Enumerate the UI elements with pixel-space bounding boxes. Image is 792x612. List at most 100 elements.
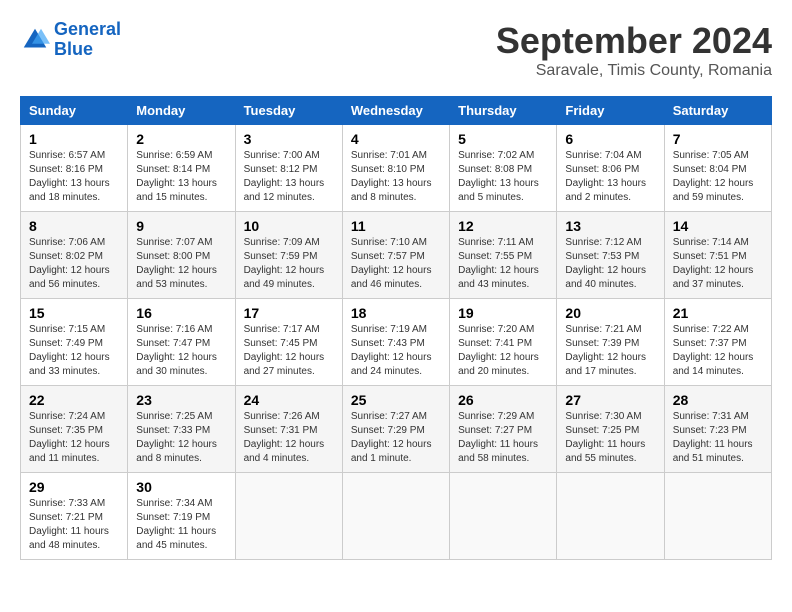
day-info: Sunrise: 7:07 AM Sunset: 8:00 PM Dayligh…: [136, 236, 226, 292]
logo-icon: [20, 25, 50, 55]
day-info: Sunrise: 7:31 AM Sunset: 7:23 PM Dayligh…: [673, 410, 763, 466]
sunset-text: Sunset: 8:16 PM: [29, 163, 119, 177]
day-number: 7: [673, 131, 763, 147]
day-number: 29: [29, 479, 119, 495]
header: General Blue September 2024 Saravale, Ti…: [20, 20, 772, 80]
calendar-title: September 2024: [496, 20, 772, 62]
calendar-cell: 26 Sunrise: 7:29 AM Sunset: 7:27 PM Dayl…: [450, 386, 557, 473]
day-info: Sunrise: 7:26 AM Sunset: 7:31 PM Dayligh…: [244, 410, 334, 466]
sunset-text: Sunset: 7:43 PM: [351, 337, 441, 351]
day-info: Sunrise: 7:05 AM Sunset: 8:04 PM Dayligh…: [673, 149, 763, 205]
day-info: Sunrise: 7:30 AM Sunset: 7:25 PM Dayligh…: [565, 410, 655, 466]
day-info: Sunrise: 7:22 AM Sunset: 7:37 PM Dayligh…: [673, 323, 763, 379]
sunrise-text: Sunrise: 6:57 AM: [29, 149, 119, 163]
sunset-text: Sunset: 7:31 PM: [244, 424, 334, 438]
calendar-cell: 13 Sunrise: 7:12 AM Sunset: 7:53 PM Dayl…: [557, 212, 664, 299]
daylight-text: Daylight: 13 hours and 2 minutes.: [565, 177, 655, 205]
sunset-text: Sunset: 7:19 PM: [136, 511, 226, 525]
day-info: Sunrise: 7:29 AM Sunset: 7:27 PM Dayligh…: [458, 410, 548, 466]
day-info: Sunrise: 7:24 AM Sunset: 7:35 PM Dayligh…: [29, 410, 119, 466]
day-info: Sunrise: 7:34 AM Sunset: 7:19 PM Dayligh…: [136, 497, 226, 553]
daylight-text: Daylight: 13 hours and 15 minutes.: [136, 177, 226, 205]
day-number: 17: [244, 305, 334, 321]
daylight-text: Daylight: 13 hours and 5 minutes.: [458, 177, 548, 205]
calendar-cell: 18 Sunrise: 7:19 AM Sunset: 7:43 PM Dayl…: [342, 299, 449, 386]
daylight-text: Daylight: 12 hours and 30 minutes.: [136, 351, 226, 379]
day-number: 8: [29, 218, 119, 234]
col-tuesday: Tuesday: [235, 97, 342, 125]
sunrise-text: Sunrise: 7:19 AM: [351, 323, 441, 337]
logo-general: General: [54, 19, 121, 39]
daylight-text: Daylight: 12 hours and 53 minutes.: [136, 264, 226, 292]
day-info: Sunrise: 7:04 AM Sunset: 8:06 PM Dayligh…: [565, 149, 655, 205]
calendar-cell: 10 Sunrise: 7:09 AM Sunset: 7:59 PM Dayl…: [235, 212, 342, 299]
sunset-text: Sunset: 7:53 PM: [565, 250, 655, 264]
daylight-text: Daylight: 12 hours and 17 minutes.: [565, 351, 655, 379]
day-info: Sunrise: 7:33 AM Sunset: 7:21 PM Dayligh…: [29, 497, 119, 553]
sunrise-text: Sunrise: 7:07 AM: [136, 236, 226, 250]
calendar-cell: 2 Sunrise: 6:59 AM Sunset: 8:14 PM Dayli…: [128, 125, 235, 212]
day-info: Sunrise: 7:21 AM Sunset: 7:39 PM Dayligh…: [565, 323, 655, 379]
calendar-cell: 11 Sunrise: 7:10 AM Sunset: 7:57 PM Dayl…: [342, 212, 449, 299]
day-info: Sunrise: 7:15 AM Sunset: 7:49 PM Dayligh…: [29, 323, 119, 379]
logo-blue: Blue: [54, 39, 93, 59]
daylight-text: Daylight: 11 hours and 48 minutes.: [29, 525, 119, 553]
day-number: 26: [458, 392, 548, 408]
day-number: 30: [136, 479, 226, 495]
day-number: 5: [458, 131, 548, 147]
day-number: 2: [136, 131, 226, 147]
sunrise-text: Sunrise: 7:27 AM: [351, 410, 441, 424]
calendar-week-row: 15 Sunrise: 7:15 AM Sunset: 7:49 PM Dayl…: [21, 299, 772, 386]
day-info: Sunrise: 7:06 AM Sunset: 8:02 PM Dayligh…: [29, 236, 119, 292]
calendar-table: Sunday Monday Tuesday Wednesday Thursday…: [20, 96, 772, 560]
sunset-text: Sunset: 7:23 PM: [673, 424, 763, 438]
calendar-cell: 15 Sunrise: 7:15 AM Sunset: 7:49 PM Dayl…: [21, 299, 128, 386]
day-info: Sunrise: 7:00 AM Sunset: 8:12 PM Dayligh…: [244, 149, 334, 205]
sunrise-text: Sunrise: 7:06 AM: [29, 236, 119, 250]
calendar-cell: 30 Sunrise: 7:34 AM Sunset: 7:19 PM Dayl…: [128, 473, 235, 560]
daylight-text: Daylight: 12 hours and 20 minutes.: [458, 351, 548, 379]
daylight-text: Daylight: 12 hours and 59 minutes.: [673, 177, 763, 205]
day-info: Sunrise: 7:25 AM Sunset: 7:33 PM Dayligh…: [136, 410, 226, 466]
calendar-cell: 23 Sunrise: 7:25 AM Sunset: 7:33 PM Dayl…: [128, 386, 235, 473]
day-number: 10: [244, 218, 334, 234]
calendar-cell: 24 Sunrise: 7:26 AM Sunset: 7:31 PM Dayl…: [235, 386, 342, 473]
day-info: Sunrise: 7:02 AM Sunset: 8:08 PM Dayligh…: [458, 149, 548, 205]
day-number: 14: [673, 218, 763, 234]
calendar-cell: [235, 473, 342, 560]
calendar-cell: 8 Sunrise: 7:06 AM Sunset: 8:02 PM Dayli…: [21, 212, 128, 299]
day-info: Sunrise: 7:01 AM Sunset: 8:10 PM Dayligh…: [351, 149, 441, 205]
day-info: Sunrise: 7:14 AM Sunset: 7:51 PM Dayligh…: [673, 236, 763, 292]
daylight-text: Daylight: 11 hours and 45 minutes.: [136, 525, 226, 553]
col-saturday: Saturday: [664, 97, 771, 125]
day-info: Sunrise: 7:27 AM Sunset: 7:29 PM Dayligh…: [351, 410, 441, 466]
sunset-text: Sunset: 7:37 PM: [673, 337, 763, 351]
calendar-cell: [342, 473, 449, 560]
day-number: 28: [673, 392, 763, 408]
calendar-cell: 29 Sunrise: 7:33 AM Sunset: 7:21 PM Dayl…: [21, 473, 128, 560]
day-number: 18: [351, 305, 441, 321]
day-info: Sunrise: 7:20 AM Sunset: 7:41 PM Dayligh…: [458, 323, 548, 379]
calendar-cell: 4 Sunrise: 7:01 AM Sunset: 8:10 PM Dayli…: [342, 125, 449, 212]
daylight-text: Daylight: 12 hours and 40 minutes.: [565, 264, 655, 292]
day-info: Sunrise: 7:11 AM Sunset: 7:55 PM Dayligh…: [458, 236, 548, 292]
title-section: September 2024 Saravale, Timis County, R…: [496, 20, 772, 80]
sunset-text: Sunset: 7:35 PM: [29, 424, 119, 438]
calendar-cell: 12 Sunrise: 7:11 AM Sunset: 7:55 PM Dayl…: [450, 212, 557, 299]
calendar-cell: 5 Sunrise: 7:02 AM Sunset: 8:08 PM Dayli…: [450, 125, 557, 212]
calendar-cell: 6 Sunrise: 7:04 AM Sunset: 8:06 PM Dayli…: [557, 125, 664, 212]
sunset-text: Sunset: 7:59 PM: [244, 250, 334, 264]
sunrise-text: Sunrise: 7:09 AM: [244, 236, 334, 250]
daylight-text: Daylight: 11 hours and 51 minutes.: [673, 438, 763, 466]
day-number: 15: [29, 305, 119, 321]
sunrise-text: Sunrise: 6:59 AM: [136, 149, 226, 163]
col-monday: Monday: [128, 97, 235, 125]
day-info: Sunrise: 6:59 AM Sunset: 8:14 PM Dayligh…: [136, 149, 226, 205]
calendar-cell: 3 Sunrise: 7:00 AM Sunset: 8:12 PM Dayli…: [235, 125, 342, 212]
day-number: 13: [565, 218, 655, 234]
sunrise-text: Sunrise: 7:21 AM: [565, 323, 655, 337]
sunset-text: Sunset: 7:41 PM: [458, 337, 548, 351]
calendar-week-row: 8 Sunrise: 7:06 AM Sunset: 8:02 PM Dayli…: [21, 212, 772, 299]
sunrise-text: Sunrise: 7:33 AM: [29, 497, 119, 511]
col-sunday: Sunday: [21, 97, 128, 125]
